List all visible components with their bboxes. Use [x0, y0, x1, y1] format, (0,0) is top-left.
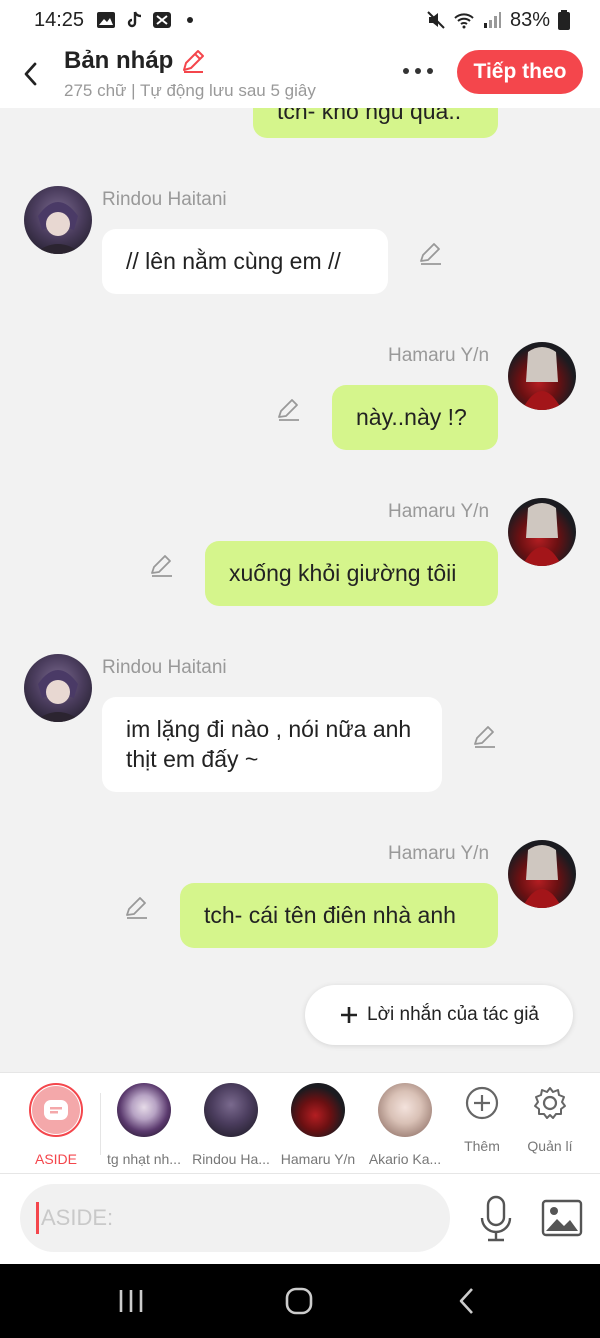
battery-icon: [558, 10, 570, 30]
character-tg[interactable]: tg nhạt nh...: [100, 1083, 188, 1167]
status-bar: 14:25 83%: [0, 0, 600, 40]
more-dot-icon: [403, 68, 409, 74]
message-text: // lên nằm cùng em //: [126, 248, 341, 274]
more-dot-icon: [427, 68, 433, 74]
author-note-button[interactable]: Lời nhắn của tác giả: [305, 985, 573, 1045]
chat-bubble[interactable]: im lặng đi nào , nói nữa anh thịt em đấy…: [102, 697, 442, 792]
character-aside[interactable]: ASIDE: [12, 1083, 100, 1167]
message-text: xuống khỏi giường tôii: [229, 560, 457, 586]
signal-icon: [483, 12, 501, 28]
recent-apps-icon: [119, 1290, 143, 1312]
input-bar: ASIDE:: [0, 1174, 600, 1264]
aside-icon: [44, 1100, 68, 1120]
back-button[interactable]: [6, 49, 56, 99]
avatar-hamaru[interactable]: [508, 498, 576, 566]
speaker-name: Rindou Haitani: [102, 189, 227, 210]
avatar-hamaru: [291, 1083, 345, 1137]
character-bar: ASIDE tg nhạt nh... Rindou Ha... Hamaru …: [0, 1072, 600, 1174]
gallery-icon: [97, 12, 116, 28]
page-title: Bản nháp: [64, 47, 174, 74]
add-circle-icon: [465, 1086, 499, 1120]
speaker-name: Rindou Haitani: [102, 657, 227, 678]
editor-header: Bản nháp 275 chữ | Tự động lưu sau 5 giâ…: [0, 40, 600, 108]
character-label: ASIDE: [34, 1151, 77, 1167]
microphone-icon[interactable]: [474, 1194, 518, 1244]
capcut-icon: [153, 12, 172, 28]
chat-bubble[interactable]: tch- cái tên điên nhà anh: [180, 883, 498, 948]
character-hamaru[interactable]: Hamaru Y/n: [274, 1083, 362, 1167]
mute-icon: [427, 11, 445, 29]
avatar-rindou[interactable]: [24, 654, 92, 722]
input-placeholder: ASIDE:: [41, 1205, 114, 1230]
character-akario[interactable]: Akario Ka...: [361, 1083, 449, 1167]
home-button[interactable]: [279, 1284, 319, 1318]
avatar-rindou[interactable]: [24, 186, 92, 254]
chevron-left-icon: [24, 62, 37, 86]
avatar-tg: [117, 1083, 171, 1137]
message-text: im lặng đi nào , nói nữa anh thịt em đấy…: [126, 716, 412, 772]
chat-bubble[interactable]: này..này !?: [332, 385, 498, 450]
message-text: tch- cái tên điên nhà anh: [204, 902, 456, 928]
recent-apps-button[interactable]: [111, 1284, 151, 1318]
speaker-name: Hamaru Y/n: [388, 501, 490, 522]
edit-message-icon[interactable]: [276, 396, 302, 422]
back-triangle-icon: [459, 1288, 473, 1314]
chat-bubble[interactable]: xuống khỏi giường tôii: [205, 541, 498, 606]
speaker-name: Hamaru Y/n: [388, 345, 490, 366]
character-rindou[interactable]: Rindou Ha...: [187, 1083, 275, 1167]
edit-title-icon[interactable]: [179, 47, 207, 75]
status-time: 14:25: [34, 8, 85, 31]
tiktok-icon: [127, 11, 142, 28]
edit-message-icon[interactable]: [149, 552, 175, 578]
dot-icon: [187, 17, 194, 23]
home-icon: [285, 1287, 313, 1315]
system-back-button[interactable]: [447, 1284, 487, 1318]
plus-icon: [341, 1007, 358, 1023]
avatar-akario: [378, 1083, 432, 1137]
character-label: Rindou Ha...: [192, 1151, 270, 1167]
chat-bubble[interactable]: tch- khó ngủ quá..: [253, 108, 498, 138]
character-label: Hamaru Y/n: [280, 1151, 356, 1167]
character-label: tg nhạt nh...: [107, 1151, 181, 1167]
message-text: tch- khó ngủ quá..: [277, 108, 462, 124]
more-options-button[interactable]: [396, 54, 440, 88]
wifi-icon: [454, 13, 474, 29]
text-caret: [36, 1202, 39, 1234]
avatar-hamaru[interactable]: [508, 840, 576, 908]
author-note-label: Lời nhắn của tác giả: [367, 1004, 539, 1025]
next-button[interactable]: Tiếp theo: [457, 50, 583, 94]
edit-message-icon[interactable]: [124, 894, 150, 920]
manage-label: Quản lí: [527, 1138, 573, 1154]
system-nav-bar: [0, 1264, 600, 1338]
edit-message-icon[interactable]: [418, 240, 444, 266]
chat-bubble[interactable]: // lên nằm cùng em //: [102, 229, 388, 294]
battery-percent: 83%: [509, 8, 550, 31]
chat-area[interactable]: tch- khó ngủ quá.. Rindou Haitani // lên…: [0, 108, 600, 1072]
message-text: này..này !?: [356, 404, 467, 430]
avatar-hamaru[interactable]: [508, 342, 576, 410]
image-icon[interactable]: [540, 1198, 584, 1238]
gear-icon: [534, 1087, 566, 1119]
edit-message-icon[interactable]: [472, 723, 498, 749]
character-label: Akario Ka...: [368, 1151, 442, 1167]
message-input[interactable]: ASIDE:: [20, 1184, 450, 1252]
word-count-autosave: 275 chữ | Tự động lưu sau 5 giây: [64, 81, 316, 100]
speaker-name: Hamaru Y/n: [388, 843, 490, 864]
more-dot-icon: [415, 68, 421, 74]
avatar-rindou: [204, 1083, 258, 1137]
manage-button[interactable]: Quản lí: [506, 1083, 594, 1154]
